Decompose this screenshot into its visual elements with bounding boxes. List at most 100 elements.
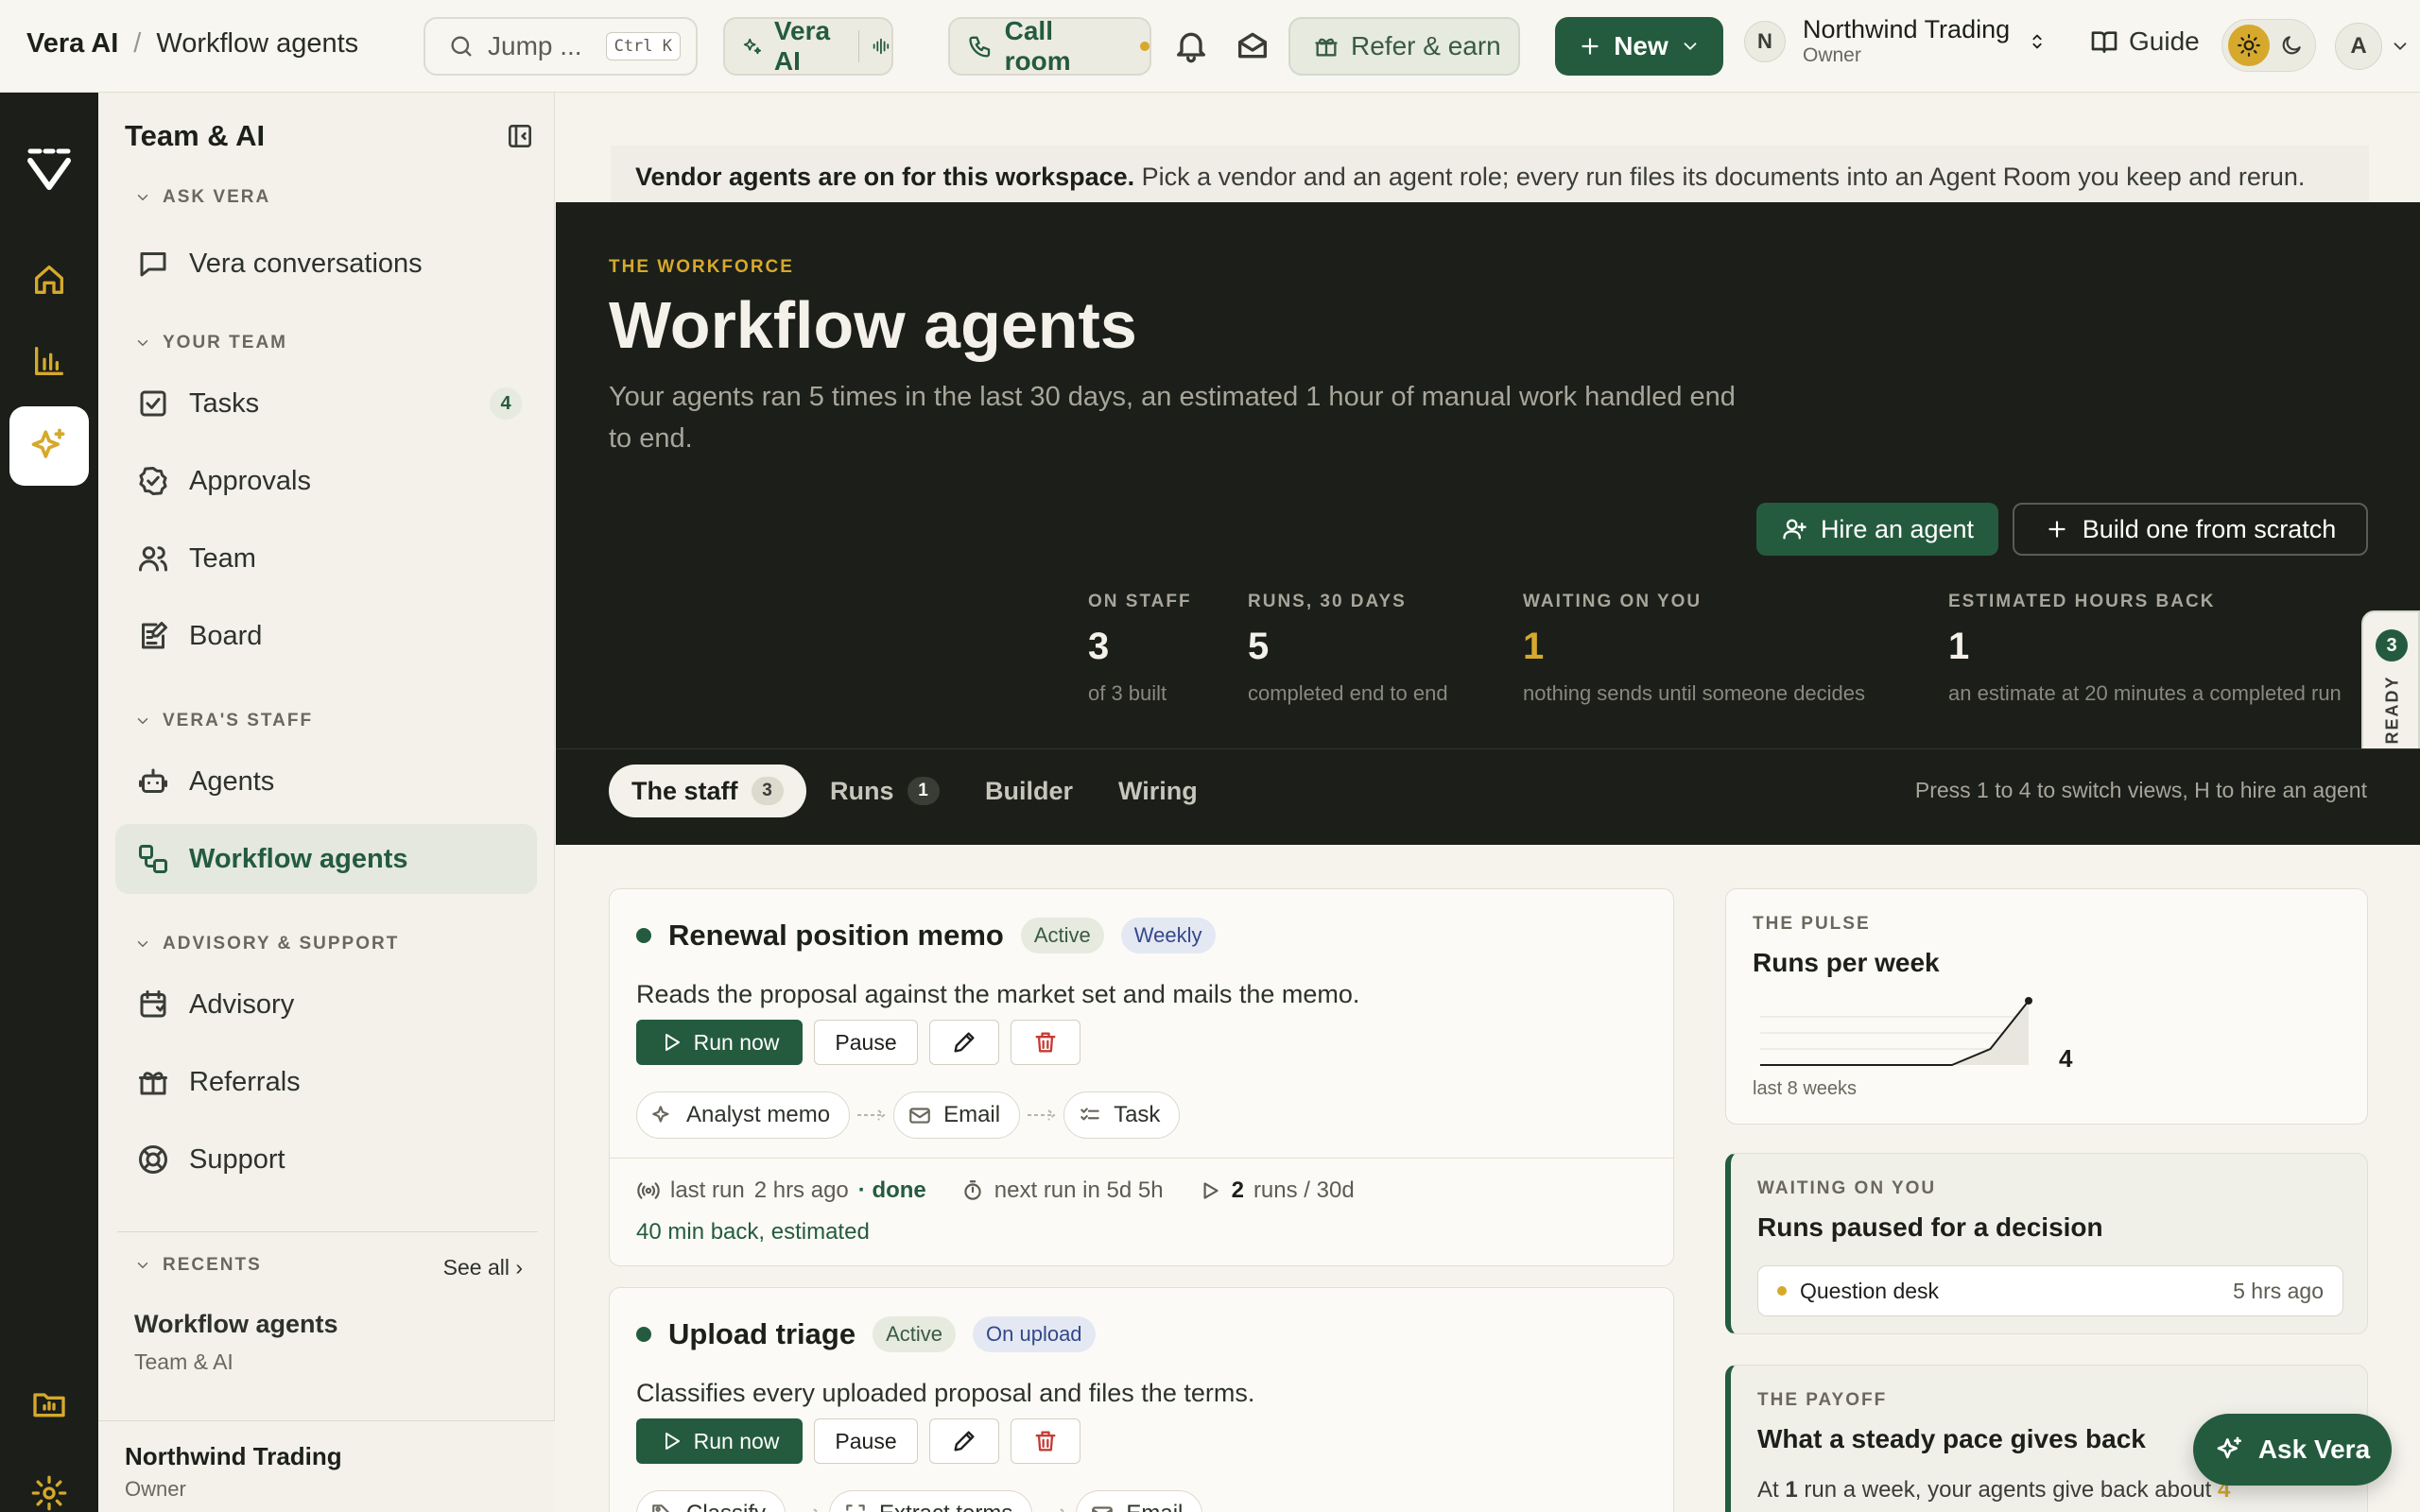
payoff-runs: 1 — [1785, 1477, 1798, 1503]
step-chip[interactable]: Email — [893, 1091, 1021, 1139]
inbox-button[interactable] — [1234, 26, 1271, 64]
pause-button[interactable]: Pause — [814, 1020, 918, 1065]
edit-button[interactable] — [929, 1020, 999, 1065]
chevron-down-icon — [137, 340, 148, 346]
agent-name[interactable]: Upload triage — [668, 1317, 856, 1351]
sidebar-item-referrals[interactable]: Referrals — [115, 1047, 537, 1117]
user-avatar[interactable]: A — [2335, 23, 2382, 70]
stat-key: RUNS, 30 DAYS — [1248, 592, 1407, 611]
sidebar-footer-workspace[interactable]: Northwind Trading Owner — [98, 1420, 555, 1512]
agent-card: Upload triage Active On upload Classifie… — [609, 1287, 1674, 1512]
waiting-panel: WAITING ON YOU Runs paused for a decisio… — [1725, 1153, 2368, 1334]
call-room-button[interactable]: Call room — [948, 16, 1151, 76]
sidebar-item-team[interactable]: Team — [115, 524, 537, 593]
refer-earn-button[interactable]: Refer & earn — [1288, 17, 1520, 76]
sidebar-item-approvals[interactable]: Approvals — [115, 446, 537, 516]
play-icon — [665, 1433, 680, 1450]
agent-description: Reads the proposal against the market se… — [636, 980, 1360, 1008]
guide-label: Guide — [2129, 26, 2200, 56]
build-from-scratch-button[interactable]: Build one from scratch — [2013, 503, 2368, 556]
recents-header[interactable]: RECENTS — [134, 1255, 262, 1276]
rail-team-ai[interactable] — [9, 406, 89, 486]
robot-icon — [139, 768, 167, 793]
step-chip[interactable]: Analyst memo — [636, 1091, 851, 1139]
tab-builder[interactable]: Builder — [962, 765, 1096, 817]
chevron-down-icon — [137, 941, 148, 947]
stat-desc: nothing sends until someone decides — [1523, 681, 1866, 705]
agent-name[interactable]: Renewal position memo — [668, 919, 1004, 953]
sidebar-item-advisory[interactable]: Advisory — [115, 970, 537, 1040]
rail-home[interactable] — [9, 240, 89, 319]
hire-agent-button[interactable]: Hire an agent — [1756, 503, 1998, 556]
sidebar-item-label: Support — [189, 1143, 285, 1175]
see-all-link[interactable]: See all › — [443, 1255, 523, 1280]
tab-wiring[interactable]: Wiring — [1096, 765, 1220, 817]
notifications-button[interactable] — [1172, 26, 1210, 64]
sidebar-item-workflow-agents[interactable]: Workflow agents — [115, 824, 537, 894]
sidebar-item-support[interactable]: Support — [115, 1125, 537, 1194]
rail-settings[interactable] — [9, 1453, 89, 1512]
run-now-button[interactable]: Run now — [636, 1418, 803, 1464]
recent-item-name[interactable]: Workflow agents — [134, 1310, 338, 1339]
tab-the-staff[interactable]: The staff 3 — [609, 765, 806, 817]
tab-count: 3 — [751, 777, 784, 805]
chevron-down-icon — [137, 195, 148, 200]
tab-runs[interactable]: Runs 1 — [807, 765, 962, 817]
call-room-label: Call room — [1004, 16, 1071, 76]
sun-icon[interactable] — [2228, 25, 2270, 66]
vera-ai-button[interactable]: Vera AI — [723, 16, 893, 76]
ready-count-badge: 3 — [2376, 629, 2408, 662]
section-ask-vera[interactable]: ASK VERA — [134, 187, 270, 208]
section-veras-staff[interactable]: VERA'S STAFF — [134, 711, 313, 731]
sidebar-item-agents[interactable]: Agents — [115, 747, 537, 816]
chevron-down-icon[interactable] — [2390, 36, 2411, 57]
tab-count: 1 — [907, 777, 940, 805]
broadcast-icon — [637, 1182, 660, 1199]
mail-icon — [909, 1108, 930, 1124]
step-label: Task — [1114, 1102, 1161, 1127]
section-label: ADVISORY & SUPPORT — [163, 934, 400, 954]
delete-button[interactable] — [1011, 1020, 1080, 1065]
theme-toggle[interactable] — [2221, 19, 2316, 72]
sidebar-item-tasks[interactable]: Tasks 4 — [115, 369, 537, 438]
delete-button[interactable] — [1011, 1418, 1080, 1464]
paused-run-item[interactable]: Question desk 5 hrs ago — [1757, 1265, 2343, 1316]
guide-button[interactable]: Guide — [2089, 26, 2200, 57]
step-chip[interactable]: Extract terms — [829, 1490, 1033, 1512]
sparkle-icon — [652, 1106, 669, 1123]
ready-drawer-tab[interactable]: 3 READY — [2361, 610, 2420, 762]
sidebar-item-vera-conversations[interactable]: Vera conversations — [115, 229, 537, 299]
breadcrumb-root[interactable]: Vera AI — [26, 28, 118, 60]
step-chip[interactable]: Email — [1076, 1490, 1203, 1512]
rail-analytics[interactable] — [9, 321, 89, 401]
rail-files[interactable] — [9, 1365, 89, 1444]
runs-count: 2 — [1231, 1177, 1244, 1203]
agent-status-badge: Active — [873, 1316, 957, 1352]
jump-label: Jump ... — [488, 31, 582, 60]
section-your-team[interactable]: YOUR TEAM — [134, 333, 287, 353]
collapse-sidebar-icon[interactable] — [505, 121, 535, 151]
arrow-right-icon — [813, 1508, 820, 1512]
step-chip[interactable]: Classify — [636, 1490, 786, 1512]
trash-icon — [1035, 1032, 1056, 1053]
moon-icon[interactable] — [2279, 33, 2304, 58]
ask-vera-button[interactable]: Ask Vera — [2193, 1414, 2392, 1486]
trash-icon — [1035, 1431, 1056, 1452]
stat-waiting-on-you: WAITING ON YOU 1 nothing sends until som… — [1523, 592, 1865, 706]
stat-on-staff: ON STAFF 3 of 3 built — [1088, 592, 1192, 706]
pause-button[interactable]: Pause — [814, 1418, 918, 1464]
arrow-right-icon — [857, 1109, 886, 1121]
sidebar-item-board[interactable]: Board — [115, 601, 537, 671]
pencil-icon — [954, 1431, 975, 1452]
new-button[interactable]: New — [1555, 17, 1723, 76]
workspace-switcher[interactable]: N Northwind Trading Owner — [1744, 15, 2048, 67]
run-now-button[interactable]: Run now — [636, 1020, 803, 1065]
tab-label: Runs — [830, 776, 894, 805]
voice-wave-icon[interactable] — [871, 33, 891, 60]
stat-desc: an estimate at 20 minutes a completed ru… — [1948, 681, 2342, 705]
edit-button[interactable] — [929, 1418, 999, 1464]
step-chip[interactable]: Task — [1063, 1091, 1181, 1139]
section-advisory-support[interactable]: ADVISORY & SUPPORT — [134, 934, 399, 954]
app-logo[interactable] — [21, 140, 78, 197]
jump-search-button[interactable]: Jump ... Ctrl K — [424, 17, 698, 76]
